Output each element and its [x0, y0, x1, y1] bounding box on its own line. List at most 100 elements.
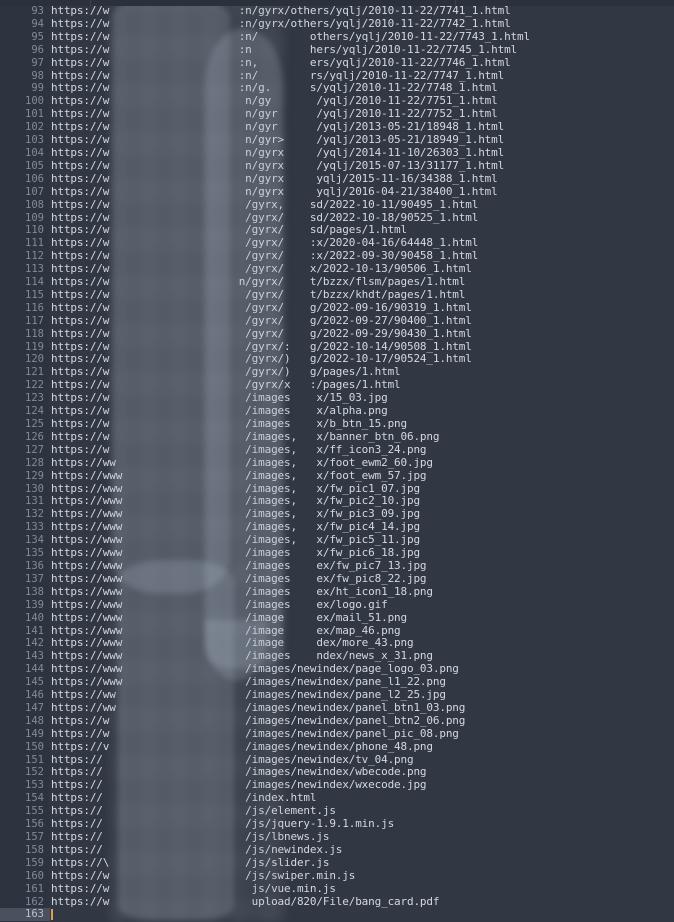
- line-text[interactable]: https://w js/vue.min.js: [51, 882, 336, 896]
- code-line[interactable]: 97 https://w :n, ers/yqlj/2010-11-22/7746…: [0, 56, 674, 70]
- line-text[interactable]: https://w /gyrx, sd/2022-10-11/90495_1.h…: [51, 198, 478, 212]
- line-text[interactable]: https://www /images ex/logo.gif: [51, 598, 388, 612]
- code-line[interactable]: 96 https://w :n hers/yqlj/2010-11-22/7745…: [0, 43, 674, 57]
- code-line[interactable]: 128 https://ww /images, x/foot_ewm2_60.jp…: [0, 456, 674, 470]
- line-text[interactable]: https://w :n, ers/yqlj/2010-11-22/7746_1…: [51, 56, 511, 70]
- line-number: 99: [31, 82, 44, 95]
- line-text[interactable]: https://v /images/newindex/phone_48.png: [51, 740, 433, 754]
- line-text[interactable]: https:// /js/lbnews.js: [51, 830, 329, 844]
- line-number: 162: [25, 895, 44, 908]
- code-line[interactable]: 150 https://v /images/newindex/phone_48.p…: [0, 740, 674, 754]
- line-text[interactable]: https://w /images/newindex/panel_pic_08.…: [51, 727, 459, 741]
- code-line[interactable]: 114 https://w n/gyrx/ t/bzzx/flsm/pages/1…: [0, 275, 674, 289]
- code-line[interactable]: 147 https://ww /images/newindex/panel_btn…: [0, 701, 674, 715]
- editor-viewport[interactable]: 93 https://w :n/gyrx/others/yqlj/2010-11-…: [0, 0, 674, 922]
- line-number: 101: [25, 108, 44, 121]
- line-text[interactable]: https://w /js/swiper.min.js: [51, 869, 355, 883]
- code-line[interactable]: 93 https://w :n/gyrx/others/yqlj/2010-11-…: [0, 4, 674, 18]
- code-line[interactable]: 106 https://w n/gyrx yqlj/2015-11-16/3438…: [0, 172, 674, 186]
- line-number: 146: [25, 689, 44, 702]
- line-text[interactable]: https://w :n hers/yqlj/2010-11-22/7745_1…: [51, 43, 517, 57]
- line-text[interactable]: https://w /images, x/banner_btn_06.png: [51, 430, 440, 444]
- code-line[interactable]: 163: [0, 908, 674, 922]
- line-number: 141: [25, 624, 44, 637]
- line-text[interactable]: https://www /images ex/fw_pic7_13.jpg: [51, 559, 427, 573]
- code-line[interactable]: 158 https:// /js/newindex.js: [0, 843, 674, 857]
- code-line[interactable]: 138 https://www /images ex/ht_icon1_18.pn…: [0, 585, 674, 599]
- line-text[interactable]: https://w :n/gyrx/others/yqlj/2010-11-22…: [51, 17, 511, 31]
- line-number: 150: [25, 740, 44, 753]
- line-number: 136: [25, 559, 44, 572]
- line-text[interactable]: https://w /gyrx/ g/2022-09-16/90319_1.ht…: [51, 301, 472, 315]
- line-text[interactable]: https://w n/gyrx/ t/bzzx/flsm/pages/1.ht…: [51, 275, 465, 289]
- line-text[interactable]: https://w /gyrx/ g/2022-09-29/90430_1.ht…: [51, 327, 472, 341]
- line-number: 123: [25, 392, 44, 405]
- line-number: 118: [25, 327, 44, 340]
- line-number: 117: [25, 314, 44, 327]
- code-line[interactable]: 105 https://w n/gyrx /yqlj/2015-07-13/311…: [0, 159, 674, 173]
- line-number: 125: [25, 418, 44, 430]
- code-line[interactable]: 146 https://ww /images/newindex/pane_l2_2…: [0, 688, 674, 702]
- code-line[interactable]: 139 https://www /images ex/logo.gif: [0, 598, 674, 612]
- line-number: 119: [25, 340, 44, 353]
- line-number: 131: [25, 495, 44, 508]
- line-number: 143: [25, 650, 44, 663]
- code-line[interactable]: 148 https://w /images/newindex/panel_btn2…: [0, 714, 674, 728]
- line-number: 140: [25, 611, 44, 624]
- code-line[interactable]: 159 https://\ /js/slider.js: [0, 856, 674, 870]
- line-text[interactable]: https://w n/gyrx yqlj/2016-04-21/38400_1…: [51, 185, 498, 199]
- code-line[interactable]: 107 https://w n/gyrx yqlj/2016-04-21/3840…: [0, 185, 674, 199]
- line-text[interactable]: https://w :n/gyrx/others/yqlj/2010-11-22…: [51, 4, 511, 18]
- line-text[interactable]: https://ww /images/newindex/pane_l2_25.j…: [51, 688, 446, 702]
- code-line[interactable]: 94 https://w :n/gyrx/others/yqlj/2010-11-…: [0, 17, 674, 31]
- code-line[interactable]: 161 https://w js/vue.min.js: [0, 882, 674, 896]
- code-line[interactable]: 118 https://w /gyrx/ g/2022-09-29/90430_1…: [0, 327, 674, 341]
- code-line[interactable]: 157 https:// /js/lbnews.js: [0, 830, 674, 844]
- line-text[interactable]: https://ww /images/newindex/panel_btn1_0…: [51, 701, 465, 715]
- line-number: 105: [25, 159, 44, 172]
- code-line[interactable]: 160 https://w /js/swiper.min.js: [0, 869, 674, 883]
- code-line[interactable]: 137 https://www /images ex/fw_pic8_22.jpg: [0, 572, 674, 586]
- code-line[interactable]: 127 https://w /images, x/ff_icon3_24.png: [0, 443, 674, 457]
- line-text[interactable]: https://w n/gyrx /yqlj/2015-07-13/31177_…: [51, 159, 504, 173]
- line-text[interactable]: https://www /images, x/foot_ewm_57.jpg: [51, 469, 427, 483]
- code-line[interactable]: 125 https://w /images x/b_btn_15.png: [0, 417, 674, 431]
- line-text[interactable]: https://w n/gyrx yqlj/2015-11-16/34388_1…: [51, 172, 498, 186]
- line-text[interactable]: https:// /js/newindex.js: [51, 843, 342, 857]
- line-text[interactable]: https://www /image ex/mail_51.png: [51, 611, 407, 625]
- code-line[interactable]: 136 https://www /images ex/fw_pic7_13.jpg: [0, 559, 674, 573]
- line-number: 158: [25, 843, 44, 856]
- line-text[interactable]: https://www /images ex/ht_icon1_18.png: [51, 585, 433, 599]
- line-text[interactable]: https://w n/gyrx /yqlj/2014-11-10/26303_…: [51, 146, 504, 160]
- line-text[interactable]: https://w /gyrx/ t/bzzx/khdt/pages/1.htm…: [51, 288, 465, 302]
- code-lines-container[interactable]: 93 https://w :n/gyrx/others/yqlj/2010-11-…: [0, 4, 674, 922]
- line-text[interactable]: https://www /images ex/fw_pic8_22.jpg: [51, 572, 427, 586]
- code-line[interactable]: 115 https://w /gyrx/ t/bzzx/khdt/pages/1.…: [0, 288, 674, 302]
- line-number: 133: [25, 521, 44, 534]
- line-text[interactable]: https://ww /images, x/foot_ewm2_60.jpg: [51, 456, 433, 470]
- line-text[interactable]: https://\ /js/slider.js: [51, 856, 329, 870]
- line-text[interactable]: https://w :n/ others/yqlj/2010-11-22/774…: [51, 30, 530, 44]
- line-number: 144: [25, 663, 44, 676]
- line-number: 149: [25, 727, 44, 740]
- line-text[interactable]: https://w /images, x/ff_icon3_24.png: [51, 443, 427, 457]
- code-line[interactable]: 104 https://w n/gyrx /yqlj/2014-11-10/263…: [0, 146, 674, 160]
- line-text[interactable]: https://w /images x/b_btn_15.png: [51, 417, 407, 431]
- code-line[interactable]: 162 https://w upload/820/File/bang_card.p…: [0, 895, 674, 909]
- line-number: 108: [25, 198, 44, 211]
- code-line[interactable]: 140 https://www /image ex/mail_51.png: [0, 611, 674, 625]
- line-text[interactable]: https://w upload/820/File/bang_card.pdf: [51, 895, 440, 909]
- line-number: 116: [25, 301, 44, 314]
- line-number: 147: [25, 701, 44, 714]
- code-line[interactable]: 108 https://w /gyrx, sd/2022-10-11/90495_…: [0, 198, 674, 212]
- code-line[interactable]: 116 https://w /gyrx/ g/2022-09-16/90319_1…: [0, 301, 674, 315]
- line-number: 96: [31, 43, 44, 56]
- line-number: 120: [25, 353, 44, 366]
- line-text[interactable]: https://w /images/newindex/panel_btn2_06…: [51, 714, 465, 728]
- code-line[interactable]: 95 https://w :n/ others/yqlj/2010-11-22/7…: [0, 30, 674, 44]
- code-line[interactable]: 117 https://w /gyrx/ g/2022-09-27/90400_1…: [0, 314, 674, 328]
- code-line[interactable]: 126 https://w /images, x/banner_btn_06.pn…: [0, 430, 674, 444]
- code-line[interactable]: 149 https://w /images/newindex/panel_pic_…: [0, 727, 674, 741]
- line-text[interactable]: https://w /gyrx/ g/2022-09-27/90400_1.ht…: [51, 314, 472, 328]
- code-line[interactable]: 129 https://www /images, x/foot_ewm_57.jp…: [0, 469, 674, 483]
